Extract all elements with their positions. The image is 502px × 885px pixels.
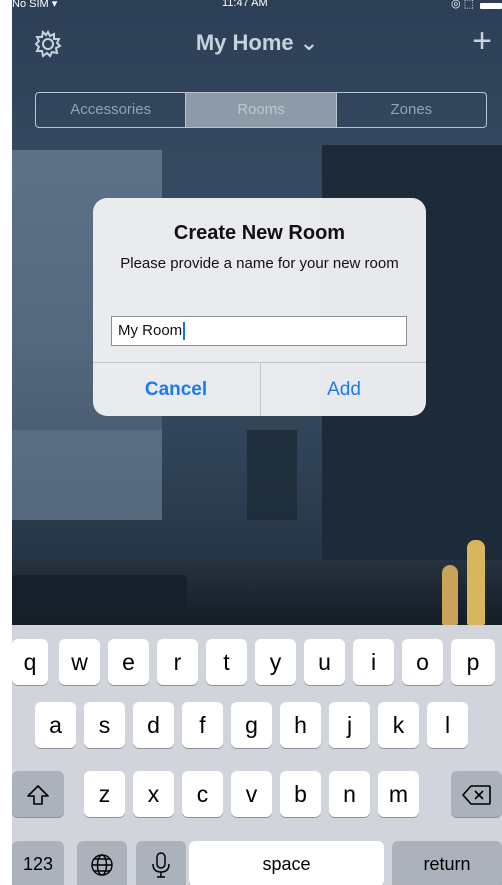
shift-icon bbox=[27, 785, 49, 806]
key-x[interactable]: x bbox=[133, 771, 174, 817]
key-c[interactable]: c bbox=[182, 771, 223, 817]
status-bar: No SIM ▾ 11:47 AM ◎ ⬚ bbox=[12, 0, 502, 12]
doorway bbox=[247, 430, 297, 520]
return-key[interactable]: return bbox=[392, 841, 502, 885]
key-w[interactable]: w bbox=[59, 639, 100, 685]
sofa bbox=[12, 575, 187, 615]
key-i[interactable]: i bbox=[353, 639, 394, 685]
dialog-message: Please provide a name for your new room bbox=[120, 255, 399, 272]
vase bbox=[467, 540, 485, 625]
key-j[interactable]: j bbox=[329, 702, 370, 748]
wall-panel bbox=[12, 430, 162, 520]
app-screen: No SIM ▾ 11:47 AM ◎ ⬚ My Home ⌄ + Access… bbox=[12, 0, 502, 885]
key-d[interactable]: d bbox=[133, 702, 174, 748]
globe-key[interactable] bbox=[77, 841, 127, 885]
add-button[interactable]: + bbox=[472, 24, 492, 58]
key-a[interactable]: a bbox=[35, 702, 76, 748]
key-m[interactable]: m bbox=[378, 771, 419, 817]
key-t[interactable]: t bbox=[206, 639, 247, 685]
carrier-label: No SIM ▾ bbox=[12, 0, 58, 10]
key-b[interactable]: b bbox=[280, 771, 321, 817]
key-h[interactable]: h bbox=[280, 702, 321, 748]
status-icons: ◎ ⬚ bbox=[450, 0, 474, 10]
key-o[interactable]: o bbox=[402, 639, 443, 685]
space-key[interactable]: space bbox=[189, 841, 384, 885]
globe-icon bbox=[91, 854, 113, 876]
key-p[interactable]: p bbox=[451, 639, 495, 685]
keyboard: q w e r t y u i o p a s d f g h j k l z … bbox=[12, 625, 502, 885]
key-r[interactable]: r bbox=[157, 639, 198, 685]
key-l[interactable]: l bbox=[427, 702, 468, 748]
tab-zones[interactable]: Zones bbox=[337, 93, 486, 127]
key-z[interactable]: z bbox=[84, 771, 125, 817]
battery-icon bbox=[480, 3, 502, 9]
cancel-button[interactable]: Cancel bbox=[93, 363, 259, 416]
key-e[interactable]: e bbox=[108, 639, 149, 685]
dialog-title: Create New Room bbox=[173, 222, 346, 244]
delete-key[interactable] bbox=[451, 771, 502, 817]
text-caret bbox=[183, 322, 186, 341]
key-n[interactable]: n bbox=[329, 771, 370, 817]
numbers-key[interactable]: 123 bbox=[12, 841, 64, 885]
key-s[interactable]: s bbox=[84, 702, 125, 748]
key-q[interactable]: q bbox=[12, 639, 48, 685]
microphone-icon bbox=[152, 852, 170, 878]
shift-key[interactable] bbox=[12, 771, 64, 817]
key-k[interactable]: k bbox=[378, 702, 419, 748]
vase bbox=[442, 565, 458, 625]
segmented-control: Accessories Rooms Zones bbox=[35, 92, 487, 128]
key-u[interactable]: u bbox=[304, 639, 345, 685]
key-f[interactable]: f bbox=[182, 702, 223, 748]
home-title[interactable]: My Home ⌄ bbox=[12, 30, 502, 56]
room-name-value: My Room bbox=[118, 322, 183, 339]
clock: 11:47 AM bbox=[222, 0, 268, 9]
room-name-input[interactable]: My Room bbox=[111, 316, 407, 346]
tab-rooms[interactable]: Rooms bbox=[185, 93, 337, 127]
create-room-dialog: Create New Room Please provide a name fo… bbox=[93, 198, 426, 416]
add-room-button[interactable]: Add bbox=[260, 363, 426, 416]
tab-accessories[interactable]: Accessories bbox=[36, 93, 185, 127]
key-v[interactable]: v bbox=[231, 771, 272, 817]
key-y[interactable]: y bbox=[255, 639, 296, 685]
microphone-key[interactable] bbox=[136, 841, 186, 885]
delete-icon bbox=[461, 785, 491, 806]
key-g[interactable]: g bbox=[231, 702, 272, 748]
